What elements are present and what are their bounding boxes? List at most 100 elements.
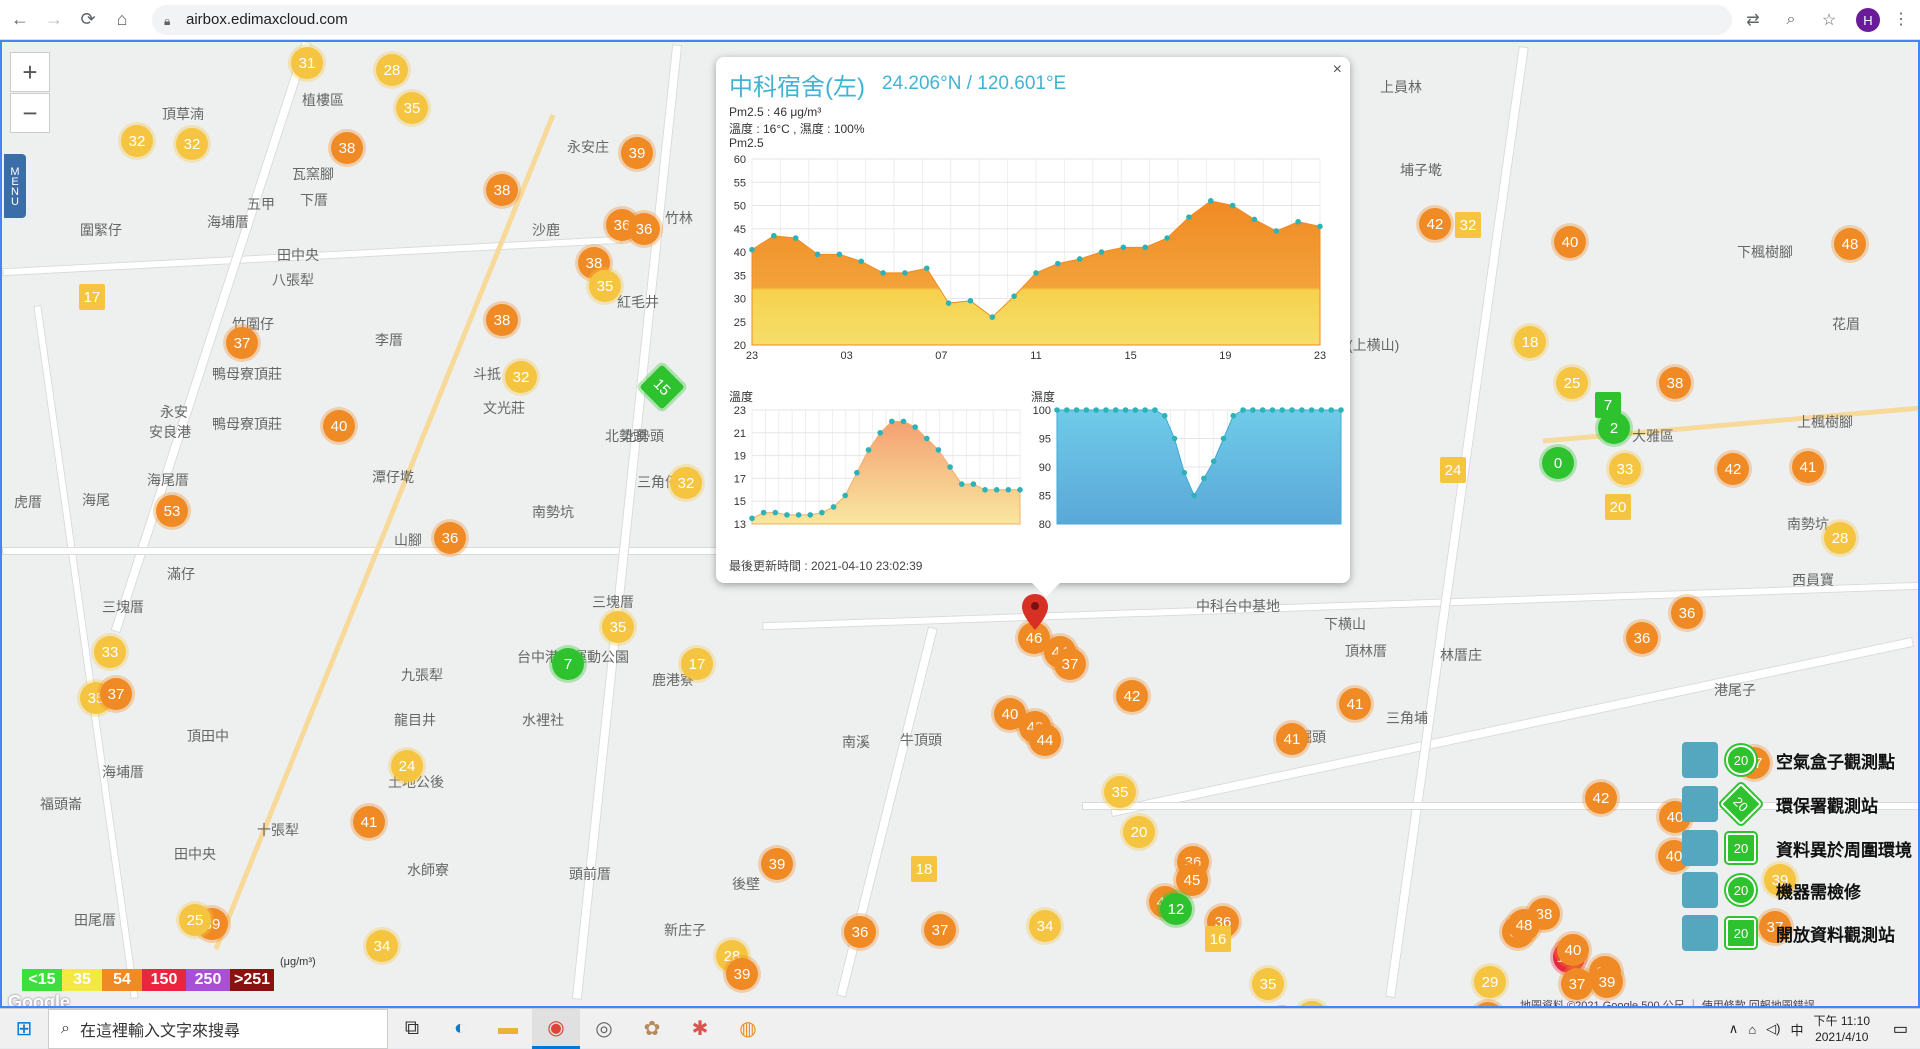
air-quality-marker[interactable]: 39 xyxy=(621,137,653,169)
air-quality-marker[interactable]: 37 xyxy=(1561,968,1593,1000)
air-quality-marker[interactable]: 42 xyxy=(1585,782,1617,814)
air-quality-marker[interactable]: 35 xyxy=(602,611,634,643)
air-quality-marker[interactable]: 40 xyxy=(323,410,355,442)
air-quality-marker[interactable]: 37 xyxy=(924,914,956,946)
y-tick-label: 95 xyxy=(1039,434,1051,446)
close-icon[interactable]: × xyxy=(1333,61,1342,79)
avatar[interactable]: H xyxy=(1856,8,1880,32)
ime-indicator[interactable]: 中 xyxy=(1791,1020,1804,1039)
air-quality-marker[interactable]: 42 xyxy=(1717,453,1749,485)
air-quality-marker[interactable]: 38 xyxy=(1659,367,1691,399)
station-square-marker[interactable]: 24 xyxy=(1440,457,1466,483)
station-square-marker[interactable]: 32 xyxy=(1455,212,1481,238)
home-icon[interactable]: ⌂ xyxy=(108,6,136,34)
more-menu-icon[interactable]: ⋮ xyxy=(1890,8,1912,30)
air-quality-marker[interactable]: 7 xyxy=(552,648,584,680)
air-quality-marker[interactable]: 35 xyxy=(1104,776,1136,808)
air-quality-marker[interactable]: 18 xyxy=(1514,326,1546,358)
air-quality-marker[interactable]: 35 xyxy=(589,270,621,302)
air-quality-marker[interactable]: 37 xyxy=(1054,648,1086,680)
air-quality-marker[interactable]: 28 xyxy=(376,54,408,86)
air-quality-marker[interactable]: 48 xyxy=(1834,228,1866,260)
air-quality-marker[interactable]: 40 xyxy=(1557,934,1589,966)
station-square-marker[interactable]: 18 xyxy=(911,856,937,882)
chevron-up-icon[interactable]: ∧ xyxy=(1729,1021,1739,1037)
menu-tab[interactable]: MENU xyxy=(4,154,26,218)
air-quality-marker[interactable]: 34 xyxy=(366,930,398,962)
app-icon[interactable]: ✿ xyxy=(628,1009,676,1049)
air-quality-marker[interactable]: 25 xyxy=(1556,367,1588,399)
air-quality-marker[interactable]: 37 xyxy=(100,678,132,710)
air-quality-marker[interactable]: 12 xyxy=(1160,893,1192,925)
volume-icon[interactable]: ◁) xyxy=(1766,1021,1780,1037)
air-quality-marker[interactable]: 39 xyxy=(1591,966,1623,998)
air-quality-marker[interactable]: 41 xyxy=(1339,688,1371,720)
air-quality-marker[interactable]: 41 xyxy=(1276,723,1308,755)
station-square-marker[interactable]: 20 xyxy=(1605,494,1631,520)
air-quality-marker[interactable]: 28 xyxy=(1824,522,1856,554)
address-bar[interactable]: 🔒︎ airbox.edimaxcloud.com xyxy=(152,4,1732,35)
task-view-icon[interactable]: ⧉ xyxy=(388,1009,436,1049)
clock[interactable]: 下午 11:10 2021/4/10 xyxy=(1814,1013,1870,1045)
air-quality-marker[interactable]: 48 xyxy=(1508,909,1540,941)
air-quality-marker[interactable]: 34 xyxy=(1029,910,1061,942)
air-quality-marker[interactable]: 32 xyxy=(505,361,537,393)
notification-icon[interactable]: ▭ xyxy=(1893,1019,1908,1039)
air-quality-marker[interactable]: 35 xyxy=(396,92,428,124)
reload-icon[interactable]: ⟳ xyxy=(74,6,102,34)
air-quality-marker[interactable]: 41 xyxy=(353,806,385,838)
air-quality-marker[interactable]: 33 xyxy=(94,636,126,668)
air-quality-marker[interactable]: 35 xyxy=(1252,968,1284,1000)
air-quality-marker[interactable]: 0 xyxy=(1542,447,1574,479)
air-quality-marker[interactable]: 36 xyxy=(844,916,876,948)
air-quality-marker[interactable]: 45 xyxy=(1176,864,1208,896)
air-quality-marker[interactable]: 33 xyxy=(1609,453,1641,485)
air-quality-marker[interactable]: 36 xyxy=(434,522,466,554)
zoom-in-button[interactable]: + xyxy=(10,52,50,92)
air-quality-marker[interactable]: 38 xyxy=(331,132,363,164)
translate-icon[interactable]: ⇄ xyxy=(1742,9,1764,31)
air-quality-marker[interactable]: 20 xyxy=(1123,816,1155,848)
air-quality-marker[interactable]: 17 xyxy=(681,648,713,680)
air-quality-marker[interactable]: 32 xyxy=(176,128,208,160)
air-quality-marker[interactable]: 38 xyxy=(486,174,518,206)
air-quality-marker[interactable]: 53 xyxy=(156,495,188,527)
taskbar-search-input[interactable]: ⌕ 在這裡輸入文字來搜尋 xyxy=(48,1008,388,1049)
windows-start-icon[interactable]: ⊞ xyxy=(0,1009,48,1049)
air-quality-marker[interactable]: 42 xyxy=(1419,208,1451,240)
air-quality-marker[interactable]: 38 xyxy=(486,304,518,336)
air-quality-marker[interactable]: 39 xyxy=(726,958,758,990)
app-icon[interactable]: ✱ xyxy=(676,1009,724,1049)
station-square-marker[interactable]: 7 xyxy=(1595,392,1621,418)
air-quality-marker[interactable]: 31 xyxy=(291,47,323,79)
air-quality-marker[interactable]: 25 xyxy=(179,904,211,936)
air-quality-marker[interactable]: 36 xyxy=(1671,597,1703,629)
app-icon[interactable]: ◎ xyxy=(580,1009,628,1049)
air-quality-marker[interactable]: 32 xyxy=(121,125,153,157)
app-icon[interactable]: ◍ xyxy=(724,1009,772,1049)
air-quality-marker[interactable]: 24 xyxy=(391,750,423,782)
network-icon[interactable]: ⌂ xyxy=(1748,1022,1756,1037)
air-quality-marker[interactable]: 42 xyxy=(1116,680,1148,712)
air-quality-marker[interactable]: 36 xyxy=(1626,622,1658,654)
bookmark-star-icon[interactable]: ☆ xyxy=(1818,9,1840,31)
air-quality-marker[interactable]: 40 xyxy=(1554,226,1586,258)
air-quality-marker[interactable]: 32 xyxy=(670,467,702,499)
air-quality-marker[interactable]: 44 xyxy=(1029,724,1061,756)
air-quality-marker[interactable]: 29 xyxy=(1474,966,1506,998)
forward-icon[interactable]: → xyxy=(40,6,68,34)
file-explorer-icon[interactable]: ▬ xyxy=(484,1009,532,1049)
air-quality-marker[interactable]: 41 xyxy=(1792,451,1824,483)
air-quality-marker[interactable]: 37 xyxy=(226,327,258,359)
location-pin-icon[interactable] xyxy=(1022,594,1048,630)
zoom-icon[interactable]: ⌕ xyxy=(1780,9,1802,31)
back-icon[interactable]: ← xyxy=(6,6,34,34)
air-quality-marker[interactable]: 33 xyxy=(1296,1001,1328,1006)
air-quality-marker[interactable]: 36 xyxy=(628,213,660,245)
edge-browser-icon[interactable]: ◐ xyxy=(436,1009,484,1049)
station-square-marker[interactable]: 17 xyxy=(79,284,105,310)
chrome-browser-icon[interactable]: ◉ xyxy=(532,1008,580,1049)
zoom-out-button[interactable]: − xyxy=(10,93,50,133)
air-quality-marker[interactable]: 39 xyxy=(761,848,793,880)
station-square-marker[interactable]: 16 xyxy=(1205,926,1231,952)
